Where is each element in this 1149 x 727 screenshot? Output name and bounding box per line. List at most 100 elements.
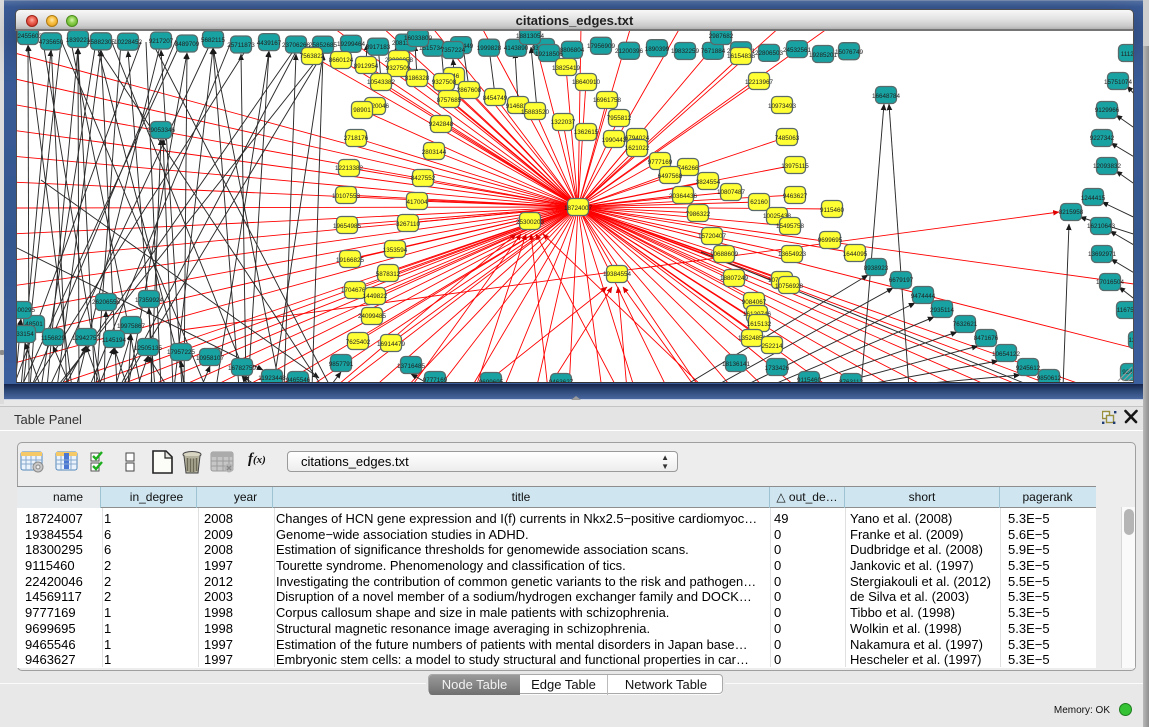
- svg-text:16154838: 16154838: [727, 53, 756, 60]
- svg-text:11124: 11124: [1121, 51, 1134, 58]
- svg-text:10807487: 10807487: [717, 189, 746, 196]
- svg-text:25882305: 25882305: [87, 39, 116, 46]
- svg-text:9699695: 9699695: [818, 237, 843, 244]
- svg-text:62160: 62160: [750, 199, 768, 206]
- svg-text:17956909: 17956909: [587, 43, 616, 50]
- svg-text:17016504: 17016504: [1096, 279, 1125, 286]
- svg-text:9699695: 9699695: [479, 379, 504, 383]
- svg-text:17957225: 17957225: [167, 349, 196, 356]
- svg-text:9245612: 9245612: [1016, 365, 1041, 372]
- svg-text:9227342: 9227342: [1090, 135, 1115, 142]
- svg-text:6497568: 6497568: [658, 173, 683, 180]
- svg-text:1449822: 1449822: [363, 293, 388, 300]
- svg-text:9217207: 9217207: [149, 38, 174, 45]
- svg-text:3917183: 3917183: [366, 44, 391, 51]
- svg-text:8660124: 8660124: [329, 57, 354, 64]
- svg-text:5682115: 5682115: [201, 37, 226, 44]
- svg-text:1990443: 1990443: [602, 137, 627, 144]
- svg-text:10543382: 10543382: [367, 79, 396, 86]
- svg-text:19285201: 19285201: [809, 52, 838, 59]
- svg-text:10107553: 10107553: [332, 193, 361, 200]
- svg-text:98901: 98901: [353, 107, 371, 114]
- svg-text:9242848: 9242848: [429, 121, 454, 128]
- svg-text:15720407: 15720407: [698, 233, 727, 240]
- svg-text:12213967: 12213967: [745, 79, 774, 86]
- svg-text:9777169: 9777169: [423, 377, 448, 383]
- svg-text:9474444: 9474444: [911, 293, 936, 300]
- svg-text:18724007: 18724007: [564, 205, 593, 212]
- svg-text:12093832: 12093832: [1093, 163, 1122, 170]
- svg-text:10228452: 10228452: [114, 39, 143, 46]
- svg-text:16782759: 16782759: [228, 365, 257, 372]
- svg-text:9463627: 9463627: [549, 379, 574, 383]
- svg-text:8471676: 8471676: [974, 335, 999, 342]
- svg-text:1244415: 1244415: [1081, 195, 1106, 202]
- svg-text:7357224: 7357224: [441, 47, 466, 54]
- svg-text:120345: 120345: [1128, 337, 1134, 344]
- svg-text:7671884: 7671884: [701, 48, 726, 55]
- svg-text:18136141: 18136141: [722, 361, 751, 368]
- svg-text:33154: 33154: [17, 331, 34, 338]
- svg-text:1322037: 1322037: [551, 119, 576, 126]
- svg-text:1156829: 1156829: [41, 335, 66, 342]
- svg-text:8454749: 8454749: [483, 95, 508, 102]
- svg-text:16914479: 16914479: [377, 341, 406, 348]
- svg-text:4143890: 4143890: [504, 45, 529, 52]
- svg-text:1362615: 1362615: [574, 129, 599, 136]
- svg-text:15076749: 15076749: [835, 49, 864, 56]
- svg-text:19218506: 19218506: [535, 51, 564, 58]
- svg-text:3267110: 3267110: [396, 221, 421, 228]
- svg-text:8757685: 8757685: [437, 97, 462, 104]
- svg-text:8763112: 8763112: [839, 379, 864, 383]
- svg-text:13654923: 13654923: [778, 251, 807, 258]
- svg-text:7986322: 7986322: [686, 211, 711, 218]
- svg-text:7563822: 7563822: [300, 53, 325, 60]
- svg-text:25300203: 25300203: [516, 219, 545, 226]
- svg-text:16210643: 16210643: [1087, 223, 1116, 230]
- svg-text:7955812: 7955812: [607, 115, 632, 122]
- svg-text:15495758: 15495758: [776, 223, 805, 230]
- svg-text:8806804: 8806804: [560, 47, 585, 54]
- svg-text:10958107: 10958107: [196, 355, 225, 362]
- svg-text:13692971: 13692971: [1088, 251, 1117, 258]
- svg-text:7632621: 7632621: [953, 321, 978, 328]
- svg-text:18813054: 18813054: [516, 33, 545, 40]
- svg-text:13975115: 13975115: [781, 163, 809, 170]
- svg-text:13716485: 13716485: [397, 363, 426, 370]
- svg-text:9327508: 9327508: [432, 79, 457, 86]
- svg-text:1353594: 1353594: [383, 247, 408, 254]
- svg-text:18640910: 18640910: [572, 79, 601, 86]
- svg-text:22806503: 22806503: [755, 50, 784, 57]
- svg-text:3824554: 3824554: [696, 179, 721, 186]
- svg-text:8912954: 8912954: [354, 63, 379, 70]
- svg-text:1890399: 1890399: [645, 46, 670, 53]
- svg-text:24532561: 24532561: [783, 47, 812, 54]
- svg-text:2867608: 2867608: [457, 87, 482, 94]
- svg-text:1145194: 1145194: [102, 337, 127, 344]
- svg-text:15751074: 15751074: [1104, 79, 1133, 86]
- svg-text:12942757: 12942757: [72, 335, 101, 342]
- svg-text:16648784: 16648784: [872, 93, 901, 100]
- svg-text:8489709: 8489709: [175, 41, 200, 48]
- svg-text:417004: 417004: [406, 199, 428, 206]
- svg-text:2935114: 2935114: [930, 307, 955, 314]
- svg-text:19654985: 19654985: [333, 223, 362, 230]
- svg-text:9115460: 9115460: [797, 377, 822, 383]
- svg-text:16033809: 16033809: [404, 35, 433, 42]
- svg-text:8215958: 8215958: [1059, 209, 1084, 216]
- svg-text:8186328: 8186328: [405, 75, 430, 82]
- svg-text:9129966: 9129966: [1095, 107, 1120, 114]
- svg-text:9850612: 9850612: [1037, 375, 1062, 382]
- svg-text:20364436: 20364436: [669, 193, 698, 200]
- svg-text:12505135: 12505135: [134, 345, 163, 352]
- svg-text:12213382: 12213382: [335, 165, 364, 172]
- svg-text:18807249: 18807249: [720, 275, 749, 282]
- svg-text:24099485: 24099485: [358, 313, 387, 320]
- svg-text:9857791: 9857791: [329, 361, 354, 368]
- svg-text:25711873: 25711873: [227, 42, 255, 49]
- svg-text:4735650: 4735650: [39, 39, 64, 46]
- svg-text:1733426: 1733426: [765, 365, 790, 372]
- svg-text:5878312: 5878312: [376, 271, 401, 278]
- svg-text:4439167: 4439167: [257, 40, 282, 47]
- svg-text:8427552: 8427552: [411, 175, 436, 182]
